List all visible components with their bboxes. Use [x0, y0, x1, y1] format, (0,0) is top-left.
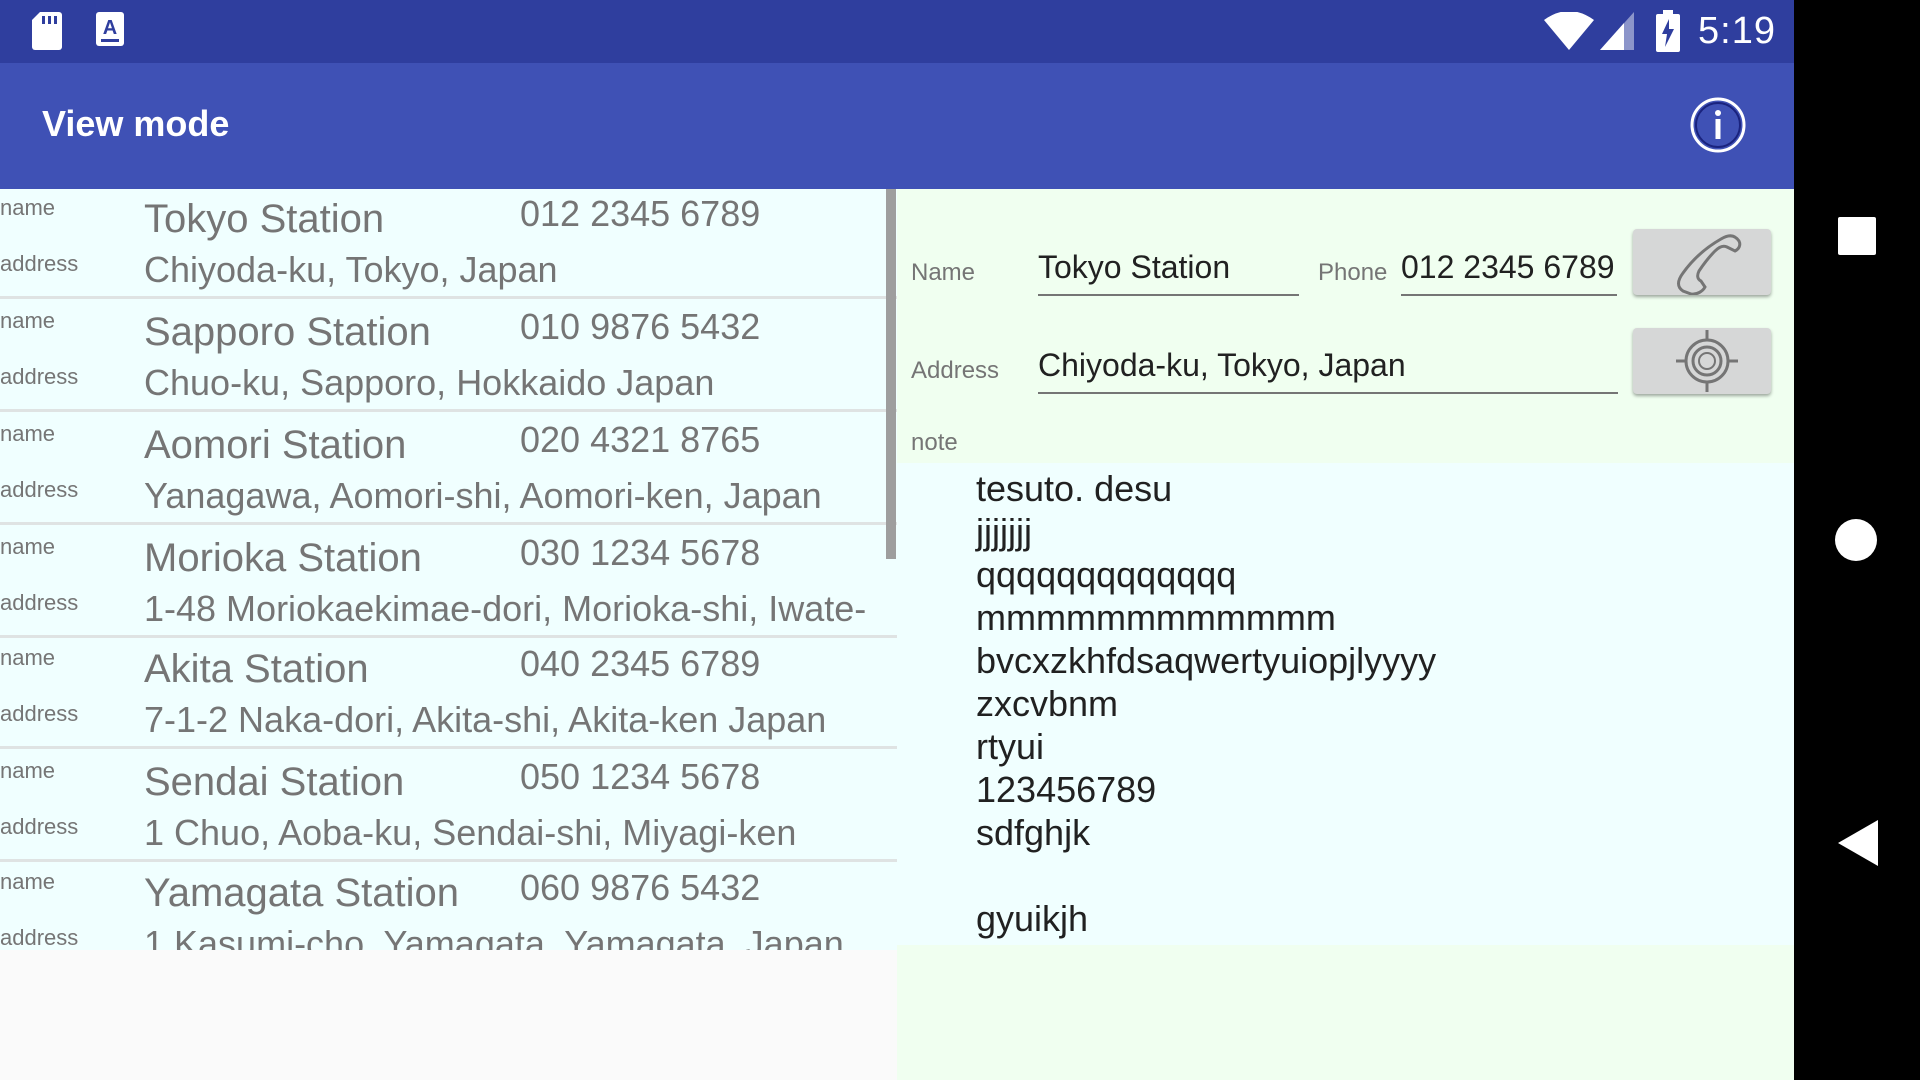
address-field[interactable]: Chiyoda-ku, Tokyo, Japan: [1038, 347, 1618, 384]
page-title: View mode: [42, 103, 230, 144]
svg-text:A: A: [103, 17, 117, 39]
station-name: Sapporo Station: [144, 310, 431, 354]
phone-field[interactable]: 012 2345 6789: [1401, 249, 1617, 286]
list-empty-area: [0, 950, 897, 1080]
app-window: A 5:19 View mode name address Tokyo Stat…: [0, 0, 1794, 1080]
address-field-label: Address: [911, 357, 1000, 384]
address-label: address: [0, 477, 79, 502]
station-address: Chiyoda-ku, Tokyo, Japan: [144, 249, 558, 290]
note-line: tesuto. desu: [976, 468, 1173, 509]
wifi-icon: [1544, 12, 1594, 50]
address-field-underline: [1038, 392, 1618, 394]
list-scrollbar[interactable]: [886, 189, 896, 559]
keyboard-icon: A: [96, 12, 124, 46]
station-address: 7-1-2 Naka-dori, Akita-shi, Akita-ken Ja…: [144, 699, 827, 740]
target-icon: [1676, 330, 1738, 392]
phone-field-label: Phone: [1318, 259, 1388, 286]
list-item[interactable]: name address Sapporo Station 010 9876 54…: [0, 302, 897, 412]
station-address: 1 Kasumi-cho, Yamagata, Yamagata, Japan: [144, 923, 844, 950]
station-phone: 060 9876 5432: [520, 867, 761, 908]
station-name: Yamagata Station: [144, 871, 460, 915]
list-item[interactable]: name address Akita Station 040 2345 6789…: [0, 639, 897, 749]
home-icon[interactable]: [1834, 518, 1878, 562]
divider: [0, 635, 897, 638]
list-item[interactable]: name address Yamagata Station 060 9876 5…: [0, 863, 897, 950]
info-icon[interactable]: [1689, 96, 1747, 154]
list-item[interactable]: name address Morioka Station 030 1234 56…: [0, 528, 897, 638]
list-item[interactable]: name address Sendai Station 050 1234 567…: [0, 752, 897, 862]
status-bar: A 5:19: [0, 0, 1794, 63]
station-list[interactable]: name address Tokyo Station 012 2345 6789…: [0, 189, 897, 950]
name-label: name: [0, 758, 56, 783]
list-item[interactable]: name address Aomori Station 020 4321 876…: [0, 415, 897, 525]
clock: 5:19: [1698, 10, 1776, 52]
note-line: qqqqqqqqqqqqq: [976, 554, 1237, 595]
name-label: name: [0, 645, 56, 670]
name-label: name: [0, 869, 56, 894]
address-label: address: [0, 701, 79, 726]
name-label: name: [0, 308, 56, 333]
divider: [0, 522, 897, 525]
back-icon[interactable]: [1838, 820, 1878, 866]
phone-icon: [1677, 234, 1742, 295]
note-line: jjjjjjj: [976, 511, 1032, 552]
note-line: bvcxzkhfdsaqwertyuiopjlyyyy: [976, 640, 1437, 681]
note-line: mmmmmmmmmmmm: [976, 597, 1336, 638]
detail-panel: Name Tokyo Station Phone 012 2345 6789 A…: [897, 189, 1794, 1080]
station-address: Chuo-ku, Sapporo, Hokkaido Japan: [144, 362, 715, 403]
call-button[interactable]: [1633, 229, 1771, 295]
station-phone: 030 1234 5678: [520, 532, 761, 573]
address-label: address: [0, 925, 79, 950]
station-name: Aomori Station: [144, 423, 407, 467]
name-field-label: Name: [911, 259, 976, 286]
station-phone: 012 2345 6789: [520, 193, 761, 234]
station-address: 1 Chuo, Aoba-ku, Sendai-shi, Miyagi-ken: [144, 812, 797, 853]
divider: [0, 409, 897, 412]
locate-button[interactable]: [1633, 328, 1771, 394]
name-label: name: [0, 421, 56, 446]
recents-icon[interactable]: [1836, 215, 1878, 257]
name-label: name: [0, 534, 56, 559]
phone-field-underline: [1401, 294, 1617, 296]
toolbar: View mode: [0, 63, 1794, 189]
note-line: rtyui: [976, 726, 1045, 767]
station-name: Sendai Station: [144, 760, 405, 804]
signal-icon: [1600, 12, 1634, 50]
station-name: Morioka Station: [144, 536, 422, 580]
address-label: address: [0, 251, 79, 276]
divider: [0, 746, 897, 749]
address-label: address: [0, 364, 79, 389]
station-phone: 040 2345 6789: [520, 643, 761, 684]
note-line: zxcvbnm: [976, 683, 1119, 724]
name-label: name: [0, 195, 56, 220]
note-line: sdfghjk: [976, 812, 1091, 853]
address-label: address: [0, 814, 79, 839]
station-phone: 010 9876 5432: [520, 306, 761, 347]
note-line: gyuikjh: [976, 898, 1089, 939]
name-field[interactable]: Tokyo Station: [1038, 249, 1298, 286]
address-label: address: [0, 590, 79, 615]
station-phone: 020 4321 8765: [520, 419, 761, 460]
battery-icon: [1656, 10, 1680, 52]
navigation-bar: [1794, 0, 1920, 1080]
sd-card-icon: [32, 12, 62, 50]
note-text-area[interactable]: tesuto. desu jjjjjjj qqqqqqqqqqqqq mmmmm…: [897, 463, 1794, 945]
divider: [0, 296, 897, 299]
note-line: 123456789: [976, 769, 1157, 810]
station-name: Akita Station: [144, 647, 369, 691]
divider: [0, 859, 897, 862]
station-address: 1-48 Moriokaekimae-dori, Morioka-shi, Iw…: [144, 588, 867, 629]
station-name: Tokyo Station: [144, 197, 385, 241]
note-label: note: [911, 429, 958, 456]
station-phone: 050 1234 5678: [520, 756, 761, 797]
name-field-underline: [1038, 294, 1299, 296]
list-item[interactable]: name address Tokyo Station 012 2345 6789…: [0, 189, 897, 299]
station-address: Yanagawa, Aomori-shi, Aomori-ken, Japan: [144, 475, 822, 516]
